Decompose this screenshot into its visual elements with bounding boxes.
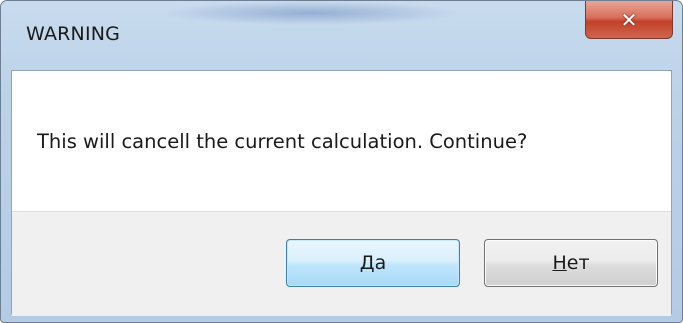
button-bar: Да Нет [12, 211, 671, 316]
yes-button-label: Да [359, 252, 387, 274]
yes-button[interactable]: Да [286, 239, 460, 287]
dialog-client-area: This will cancell the current calculatio… [11, 70, 672, 316]
titlebar-glow [161, 1, 461, 25]
no-button-label: Нет [552, 252, 590, 274]
close-icon: ✕ [620, 7, 638, 32]
dialog-message: This will cancell the current calculatio… [37, 130, 528, 153]
warning-dialog: WARNING ✕ This will cancell the current … [0, 0, 683, 323]
dialog-title: WARNING [26, 23, 121, 45]
no-button[interactable]: Нет [484, 239, 658, 287]
close-button[interactable]: ✕ [585, 1, 673, 39]
